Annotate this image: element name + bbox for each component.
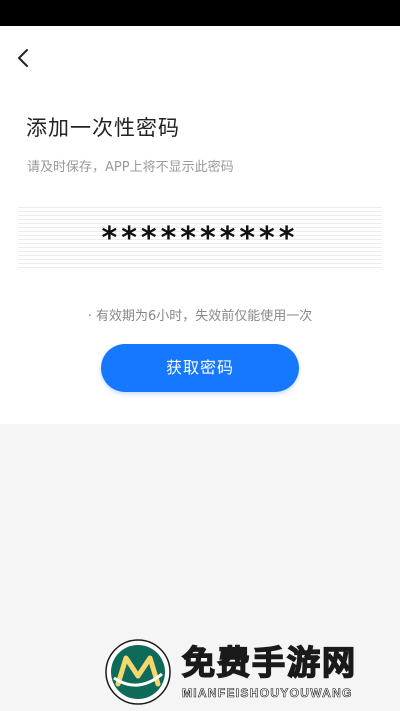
chevron-left-icon [18,49,28,67]
back-button[interactable] [10,44,38,72]
watermark-logo-icon [105,639,171,705]
page-subtitle: 请及时保存，APP上将不显示此密码 [27,160,234,175]
validity-note: · 有效期为6小时，失效前仅能使用一次 [87,309,313,324]
watermark: 免费手游网 MIANFEISHOUYOUWANG [104,636,394,708]
password-display: ********** [18,207,382,271]
content-card: 添加一次性密码 请及时保存，APP上将不显示此密码 ********** · 有… [0,26,400,424]
page-title: 添加一次性密码 [26,116,180,140]
password-mask: ********** [101,221,299,256]
watermark-text-en: MIANFEISHOUYOUWANG [182,686,353,701]
status-bar [0,0,400,26]
get-password-button[interactable]: 获取密码 [101,344,299,392]
watermark-text-cn: 免费手游网 [181,642,357,683]
